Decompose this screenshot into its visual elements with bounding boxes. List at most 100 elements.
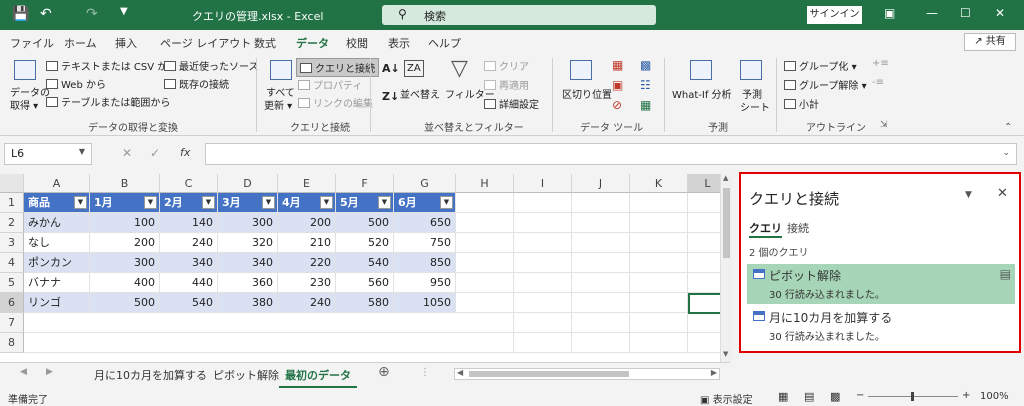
table-cell[interactable]: 440: [160, 273, 218, 293]
col-header[interactable]: C: [160, 174, 218, 193]
filter-dropdown-icon[interactable]: ▼: [262, 196, 275, 209]
row-header[interactable]: 7: [0, 313, 24, 333]
table-cell[interactable]: 540: [160, 293, 218, 313]
table-cell[interactable]: 220: [278, 253, 336, 273]
expand-formula-icon[interactable]: ⌄: [1002, 148, 1010, 158]
table-cell[interactable]: なし: [24, 233, 90, 253]
signin-button[interactable]: サインイン: [807, 6, 862, 24]
table-header-cell[interactable]: 商品 ▼: [24, 193, 90, 213]
sort-az-icon[interactable]: A↓: [382, 62, 400, 75]
from-table-button[interactable]: テーブルまたは範囲から: [46, 94, 170, 109]
table-header-cell[interactable]: 6月 ▼: [394, 193, 456, 213]
page-layout-view-icon[interactable]: ▤: [804, 390, 814, 403]
show-detail-icon[interactable]: +≡: [872, 58, 889, 69]
tab-insert[interactable]: 挿入: [115, 35, 137, 51]
prev-sheet-icon[interactable]: ◀: [20, 367, 27, 377]
table-header-cell[interactable]: 5月 ▼: [336, 193, 394, 213]
col-header[interactable]: J: [572, 174, 630, 193]
table-cell[interactable]: 380: [218, 293, 278, 313]
table-cell[interactable]: みかん: [24, 213, 90, 233]
flash-fill-icon[interactable]: ▦: [612, 58, 623, 72]
name-box[interactable]: L6 ▼: [4, 143, 92, 165]
table-cell[interactable]: 100: [90, 213, 160, 233]
table-cell[interactable]: 650: [394, 213, 456, 233]
filter-dropdown-icon[interactable]: ▼: [74, 196, 87, 209]
table-cell[interactable]: 580: [336, 293, 394, 313]
table-cell[interactable]: 320: [218, 233, 278, 253]
col-header[interactable]: L: [688, 174, 720, 193]
empty-cells[interactable]: [24, 313, 456, 353]
table-header-cell[interactable]: 4月 ▼: [278, 193, 336, 213]
col-header[interactable]: B: [90, 174, 160, 193]
row-header[interactable]: 8: [0, 333, 24, 353]
advanced-button[interactable]: 詳細設定: [484, 96, 539, 111]
table-cell[interactable]: ポンカン: [24, 253, 90, 273]
vertical-scrollbar[interactable]: ▲ ▼: [720, 174, 732, 362]
sort-dialog-icon[interactable]: ZA: [404, 60, 424, 77]
col-header[interactable]: H: [456, 174, 514, 193]
tab-view[interactable]: 表示: [388, 35, 410, 51]
query-item[interactable]: ピボット解除 30 行読み込まれました。 ▤: [747, 264, 1015, 304]
undo-icon[interactable]: ↶: [40, 6, 52, 22]
zoom-out-icon[interactable]: −: [856, 390, 864, 401]
row-header[interactable]: 4: [0, 253, 24, 273]
col-header[interactable]: I: [514, 174, 572, 193]
relationships-icon[interactable]: ☷: [640, 78, 651, 92]
subtotal-button[interactable]: 小計: [784, 96, 819, 111]
enter-icon[interactable]: ✓: [150, 146, 160, 160]
forecast-label-2[interactable]: シート: [740, 99, 770, 114]
empty-cells[interactable]: [456, 193, 720, 353]
maximize-icon[interactable]: ☐: [960, 6, 971, 20]
tab-file[interactable]: ファイル: [10, 35, 54, 51]
table-header-cell[interactable]: 1月 ▼: [90, 193, 160, 213]
existing-connections-button[interactable]: 既存の接続: [164, 76, 229, 91]
table-cell[interactable]: 1050: [394, 293, 456, 313]
table-cell[interactable]: 240: [278, 293, 336, 313]
scroll-up-icon[interactable]: ▲: [723, 174, 728, 182]
table-cell[interactable]: 500: [90, 293, 160, 313]
data-validation-icon[interactable]: ⊘: [612, 98, 622, 112]
pane-options-icon[interactable]: ▼: [965, 190, 972, 200]
table-cell[interactable]: 850: [394, 253, 456, 273]
pane-close-icon[interactable]: ✕: [997, 186, 1008, 201]
refresh-all-label-2[interactable]: 更新 ▾: [264, 97, 292, 112]
page-break-view-icon[interactable]: ▩: [830, 390, 840, 403]
reapply-button[interactable]: 再適用: [484, 77, 529, 92]
zoom-in-icon[interactable]: +: [962, 390, 970, 401]
group-button[interactable]: グループ化 ▾: [784, 58, 857, 73]
col-header[interactable]: F: [336, 174, 394, 193]
table-header-cell[interactable]: 2月 ▼: [160, 193, 218, 213]
redo-icon[interactable]: ↷: [86, 6, 98, 22]
scroll-left-icon[interactable]: ◀: [457, 368, 463, 377]
tab-queries[interactable]: クエリ: [749, 220, 782, 238]
filter-icon[interactable]: ▽: [451, 56, 468, 81]
row-header[interactable]: 3: [0, 233, 24, 253]
normal-view-icon[interactable]: ▦: [778, 390, 788, 403]
recent-sources-button[interactable]: 最近使ったソース: [164, 58, 259, 73]
filter-dropdown-icon[interactable]: ▼: [378, 196, 391, 209]
queries-connections-button[interactable]: クエリと接続: [296, 58, 379, 77]
peek-icon[interactable]: ▤: [1000, 267, 1011, 281]
sort-za-icon[interactable]: Z↓: [382, 90, 399, 103]
table-cell[interactable]: 340: [160, 253, 218, 273]
collapse-ribbon-icon[interactable]: ⌃: [1004, 122, 1012, 133]
table-cell[interactable]: 210: [278, 233, 336, 253]
tab-connections[interactable]: 接続: [787, 220, 809, 236]
table-cell[interactable]: 540: [336, 253, 394, 273]
active-cell-l6[interactable]: [688, 293, 720, 314]
table-cell[interactable]: 200: [90, 233, 160, 253]
hscroll-thumb[interactable]: [469, 371, 629, 377]
tab-formulas[interactable]: 数式: [254, 35, 276, 51]
add-sheet-icon[interactable]: ⊕: [378, 364, 390, 380]
properties-button[interactable]: プロパティ: [298, 77, 362, 92]
tab-review[interactable]: 校閲: [346, 35, 368, 51]
from-text-csv-button[interactable]: テキストまたは CSV から: [46, 58, 177, 73]
row-header[interactable]: 6: [0, 293, 24, 313]
hide-detail-icon[interactable]: -≡: [872, 77, 884, 88]
outline-dialog-launcher-icon[interactable]: ⇲: [880, 120, 888, 130]
edit-links-button[interactable]: リンクの編集: [298, 95, 373, 110]
col-header[interactable]: D: [218, 174, 278, 193]
table-cell[interactable]: 200: [278, 213, 336, 233]
table-cell[interactable]: 400: [90, 273, 160, 293]
table-cell[interactable]: 140: [160, 213, 218, 233]
